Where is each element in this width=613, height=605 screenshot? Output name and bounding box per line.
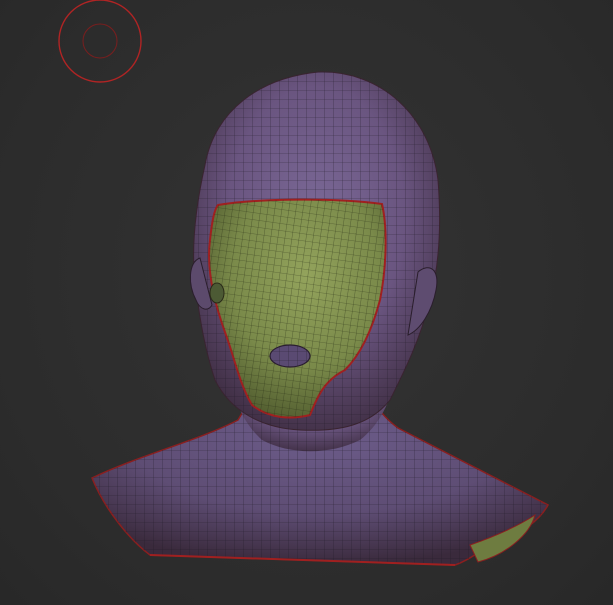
zbrush-viewport-canvas[interactable] (0, 0, 613, 605)
head-model-mesh[interactable] (91, 71, 550, 566)
brush-cursor-icon (58, 0, 142, 83)
viewport-svg (58, 0, 550, 566)
eye-hole (209, 282, 225, 304)
